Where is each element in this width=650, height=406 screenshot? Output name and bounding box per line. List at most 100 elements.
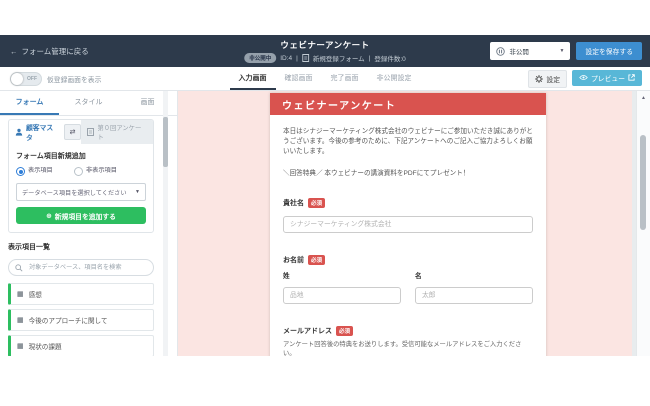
first-name-column: 名 [415, 270, 533, 304]
swap-icon: ⇄ [70, 128, 76, 136]
gear-icon [535, 75, 543, 83]
tab-input-screen[interactable]: 入力画面 [230, 67, 276, 90]
pause-circle-icon [496, 47, 505, 56]
form-preview-card: ウェビナーアンケート 本日はシナジーマーケティング株式会社のウェビナーにご参加い… [270, 93, 546, 356]
item-search-box[interactable] [8, 259, 154, 276]
person-icon [15, 128, 23, 136]
radio-selected-icon [16, 167, 25, 176]
add-field-title: フォーム項目新規追加 [16, 151, 146, 161]
visibility-select[interactable]: 非公開 ▼ [490, 42, 570, 60]
source-tab-customer-master-label: 顧客マスタ [26, 122, 60, 142]
source-tab-survey[interactable]: 第０回アンケート [81, 120, 153, 144]
add-field-card-body: フォーム項目新規追加 表示項目 非表示項目 [9, 144, 153, 232]
meta-separator: | [296, 55, 298, 62]
caret-down-icon: ▼ [135, 189, 140, 195]
visibility-value: 非公開 [509, 46, 529, 56]
database-field-select-value: データベース項目を選択してください [22, 188, 127, 197]
meta-separator: | [369, 55, 371, 62]
visible-items-title: 表示項目一覧 [8, 242, 154, 252]
sidebar-tab-screen[interactable]: 画面 [118, 91, 177, 115]
field-name: お名前 必須 姓 名 [283, 255, 533, 304]
sidebar-scroll-area: 顧客マスタ ⇄ 第０回アンケート [8, 115, 154, 356]
add-new-field-button[interactable]: ⊕ 新規項目を追加する [16, 207, 146, 224]
sidebar-tab-style[interactable]: スタイル [59, 91, 118, 115]
last-name-column: 姓 [283, 270, 401, 304]
list-item-label: 今後のアプローチに関して [29, 315, 108, 325]
field-company-label-row: 貴社名 必須 [283, 198, 533, 208]
source-tab-survey-label: 第０回アンケート [97, 123, 147, 141]
registration-count: 登録件数:0 [374, 53, 405, 63]
form-intro-text: 本日はシナジーマーケティング株式会社のウェビナーにご参加いただき誠にありがとうご… [283, 127, 533, 158]
add-field-card: 顧客マスタ ⇄ 第０回アンケート [8, 119, 154, 233]
data-source-tabs: 顧客マスタ ⇄ 第０回アンケート [9, 120, 153, 144]
preview-scrollbar-thumb[interactable] [640, 135, 646, 230]
form-id: ID:4 [280, 55, 292, 62]
back-arrow-icon: ← [10, 47, 18, 56]
company-name-input[interactable] [283, 216, 533, 233]
field-company-label: 貴社名 [283, 198, 304, 208]
first-name-input[interactable] [415, 287, 533, 304]
preview-scrollbar[interactable]: ▲ [636, 91, 650, 356]
list-item-label: 感想 [29, 289, 42, 299]
radio-visible-label: 表示項目 [28, 167, 53, 175]
app-window: ← フォーム管理に戻る ウェビナーアンケート 非公開中 ID:4 | 新規登録フ… [0, 35, 650, 355]
radio-unselected-icon [74, 167, 83, 176]
add-new-field-label: 新規項目を追加する [55, 211, 116, 221]
radio-hidden-label: 非表示項目 [86, 167, 117, 175]
toggle-knob [11, 73, 23, 85]
sidebar-scrollbar-thumb[interactable] [163, 117, 168, 167]
item-search-input[interactable] [27, 263, 147, 272]
database-field-select[interactable]: データベース項目を選択してください ▼ [16, 183, 146, 201]
toggle-state-label: OFF [27, 76, 37, 82]
field-name-label: お名前 [283, 255, 304, 265]
save-settings-button[interactable]: 設定を保存する [576, 42, 642, 60]
field-email: メールアドレス 必須 アンケート回答後の特典をお送りします。受信可能なメールアド… [283, 326, 533, 356]
required-badge: 必須 [308, 255, 325, 265]
form-preview-header: ウェビナーアンケート [270, 93, 546, 115]
status-badge: 非公開中 [244, 53, 276, 63]
last-name-label: 姓 [283, 270, 401, 280]
field-name-label-row: お名前 必須 [283, 255, 533, 265]
toolbar-actions: 設定 プレビュー [528, 70, 642, 88]
form-type: 新規登録フォーム [313, 53, 365, 63]
navbar-actions: 非公開 ▼ 設定を保存する [490, 42, 642, 60]
required-badge: 必須 [336, 326, 353, 336]
plus-circle-icon: ⊕ [46, 212, 52, 220]
tab-private-settings[interactable]: 非公開設定 [368, 67, 421, 90]
back-label: フォーム管理に戻る [22, 46, 89, 57]
sidebar-tab-form[interactable]: フォーム [0, 91, 59, 115]
settings-button[interactable]: 設定 [528, 70, 567, 88]
form-title-block: ウェビナーアンケート 非公開中 ID:4 | 新規登録フォーム | 登録件数:0 [244, 39, 406, 63]
list-item-feedback[interactable]: ▦ 感想 [8, 283, 154, 305]
field-visibility-radios: 表示項目 非表示項目 [16, 167, 146, 176]
search-icon [15, 264, 23, 272]
document-icon [302, 54, 309, 62]
form-bonus-text: ＼回答特典／ 本ウェビナーの講演資料をPDFにてプレゼント！ [283, 167, 533, 177]
document-icon [87, 128, 94, 136]
field-email-label: メールアドレス [283, 326, 332, 336]
drag-handle-icon: ▦ [17, 316, 24, 324]
drag-handle-icon: ▦ [17, 290, 24, 298]
list-item-current-issues[interactable]: ▦ 現状の課題 [8, 335, 154, 356]
settings-button-label: 設定 [546, 74, 560, 84]
list-item-label: 現状の課題 [29, 341, 62, 351]
tab-confirm-screen[interactable]: 確認画面 [276, 67, 322, 90]
preview-button-label: プレビュー [591, 73, 625, 83]
back-to-form-management-link[interactable]: ← フォーム管理に戻る [10, 46, 89, 57]
first-name-label: 名 [415, 270, 533, 280]
source-tab-customer-master[interactable]: 顧客マスタ [9, 120, 64, 144]
tab-complete-screen[interactable]: 完了画面 [322, 67, 368, 90]
temp-registration-toggle[interactable]: OFF [10, 72, 42, 86]
list-item-future-approach[interactable]: ▦ 今後のアプローチに関して [8, 309, 154, 331]
last-name-input[interactable] [283, 287, 401, 304]
name-inputs-row: 姓 名 [283, 270, 533, 304]
preview-button[interactable]: プレビュー [572, 70, 642, 86]
main-content: フォーム スタイル 画面 顧客マスタ [0, 91, 650, 356]
radio-visible-item[interactable]: 表示項目 [16, 167, 62, 176]
radio-hidden-item[interactable]: 非表示項目 [74, 167, 120, 176]
swap-source-button[interactable]: ⇄ [64, 124, 82, 140]
sidebar-tabs: フォーム スタイル 画面 [0, 91, 177, 116]
field-email-description: アンケート回答後の特典をお送りします。受信可能なメールアドレスをご入力ください。 [283, 340, 533, 356]
top-navbar: ← フォーム管理に戻る ウェビナーアンケート 非公開中 ID:4 | 新規登録フ… [0, 35, 650, 67]
temp-registration-toggle-group: OFF 仮登録画面を表示 [10, 72, 101, 86]
